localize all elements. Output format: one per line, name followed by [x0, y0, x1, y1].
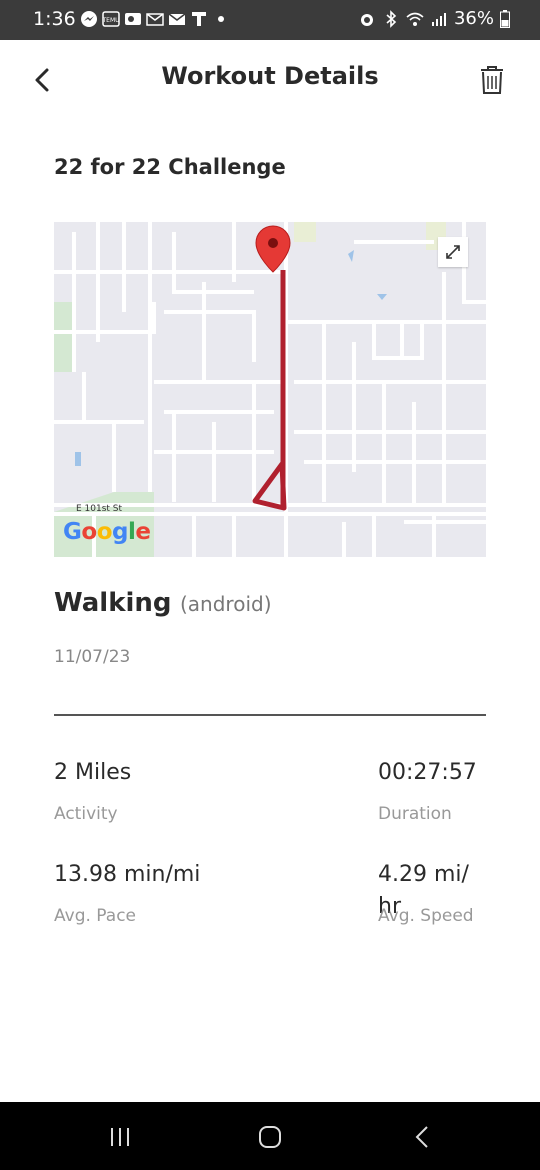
t-mobile-icon	[192, 12, 206, 26]
delete-button[interactable]	[472, 60, 512, 100]
header: Workout Details	[0, 40, 540, 120]
activity-date: 11/07/23	[54, 647, 131, 667]
page-title: Workout Details	[161, 62, 379, 90]
home-icon	[259, 1126, 281, 1148]
speed-label: Avg. Speed	[378, 906, 474, 926]
back-icon	[415, 1126, 428, 1148]
status-time: 1:36	[33, 8, 76, 30]
mail-icon	[168, 13, 186, 25]
signal-icon	[431, 12, 446, 26]
wifi-icon	[406, 12, 424, 26]
trash-icon	[481, 66, 503, 94]
home-button[interactable]	[250, 1119, 290, 1155]
back-nav-button[interactable]	[402, 1119, 442, 1155]
duration-value: 00:27:57	[378, 760, 477, 785]
battery-percent: 36%	[453, 8, 494, 29]
alarm-icon	[360, 13, 373, 26]
battery-icon	[500, 9, 510, 28]
svg-text:TEMU: TEMU	[102, 17, 120, 24]
street-label: E 101st St	[76, 504, 123, 514]
status-bar: 1:36 TEMU 36%	[0, 0, 540, 40]
messenger-icon	[81, 11, 97, 27]
mail-icon	[146, 13, 164, 26]
activity-name: Walking	[54, 588, 172, 618]
challenge-title: 22 for 22 Challenge	[54, 155, 286, 179]
distance-label: Activity	[54, 804, 118, 824]
speed-value: 4.29 mi/	[378, 862, 469, 887]
google-logo: Google	[63, 519, 151, 545]
divider	[54, 714, 486, 716]
expand-map-button[interactable]	[438, 237, 468, 267]
activity-source: (android)	[180, 592, 272, 616]
recent-apps-icon	[111, 1128, 129, 1146]
duration-label: Duration	[378, 804, 452, 824]
route-map[interactable]: E 101st St Google	[54, 222, 486, 557]
bluetooth-icon	[386, 9, 397, 28]
distance-value: 2 Miles	[54, 760, 132, 785]
expand-icon	[446, 245, 460, 259]
app-icon	[125, 13, 141, 25]
navigation-bar	[0, 1102, 540, 1170]
temu-icon: TEMU	[102, 11, 120, 27]
recent-apps-button[interactable]	[100, 1119, 140, 1155]
dot-icon	[218, 16, 224, 22]
pace-label: Avg. Pace	[54, 906, 137, 926]
system-icons: 36%	[358, 8, 510, 29]
pace-value: 13.98 min/mi	[54, 862, 201, 887]
notification-icons: TEMU	[80, 10, 230, 28]
